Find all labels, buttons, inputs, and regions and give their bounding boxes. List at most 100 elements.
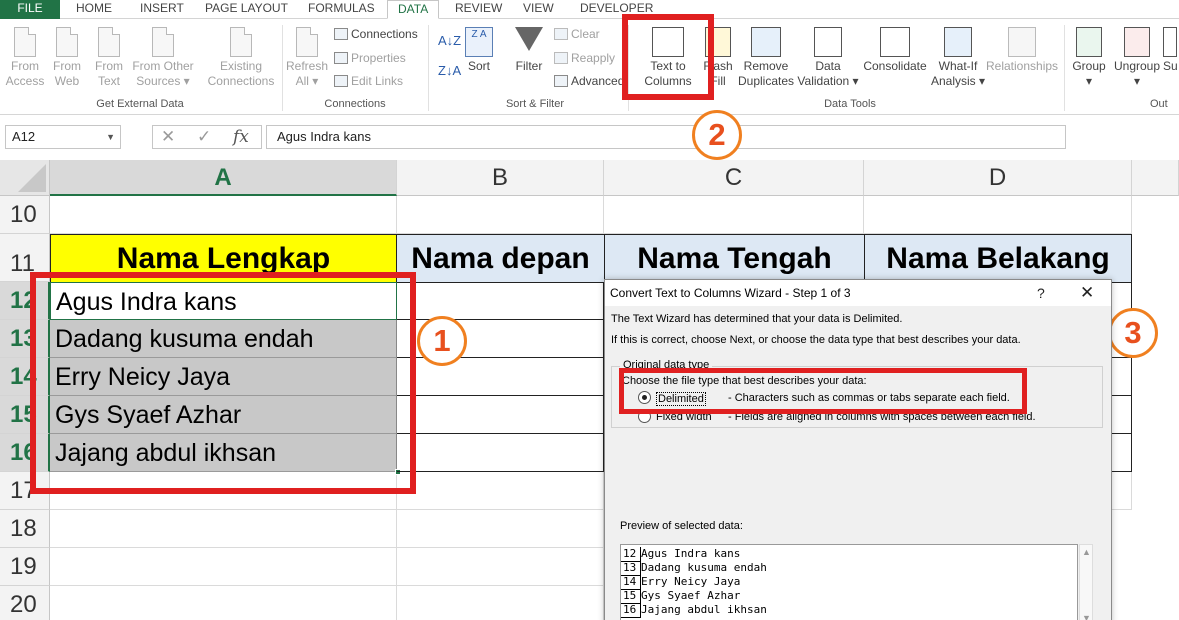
cell[interactable] [50, 196, 397, 234]
group-label-sort-filter: Sort & Filter [505, 98, 565, 110]
row-header[interactable]: 19 [0, 548, 50, 586]
enter-check-icon[interactable]: ✓ [197, 126, 211, 148]
column-header-b[interactable]: B [397, 160, 604, 196]
preview-label: Preview of selected data: [620, 520, 743, 532]
existing-connections-icon [230, 27, 252, 57]
cell[interactable] [397, 282, 604, 320]
reapply-button[interactable]: Reapply [554, 51, 615, 66]
data-preview-pane[interactable]: 12 Agus Indra kans 13 Dadang kusuma endah … [620, 544, 1078, 620]
remove-duplicates-icon [751, 27, 781, 57]
cell[interactable] [397, 196, 604, 234]
cell[interactable] [397, 472, 604, 510]
cell[interactable] [397, 586, 604, 620]
cancel-icon[interactable]: ✕ [161, 126, 175, 148]
formula-input[interactable]: Agus Indra kans [266, 125, 1066, 149]
cell[interactable] [50, 586, 397, 620]
from-access-button[interactable]: From Access [4, 27, 46, 89]
close-icon[interactable]: ✕ [1080, 280, 1094, 306]
group-separator [428, 25, 429, 111]
column-header-e[interactable] [1132, 160, 1179, 196]
from-web-button[interactable]: From Web [48, 27, 86, 89]
cell[interactable] [864, 196, 1132, 234]
remove-duplicates-button[interactable]: Remove Duplicates [735, 27, 797, 89]
group-separator [282, 25, 283, 111]
preview-row: 12 Agus Indra kans [621, 547, 741, 562]
properties-button[interactable]: Properties [334, 51, 406, 66]
advanced-filter-icon [554, 75, 568, 87]
header-cell-nama-tengah[interactable]: Nama Tengah [604, 234, 865, 283]
wizard-message: The Text Wizard has determined that your… [611, 313, 903, 325]
header-cell-nama-belakang[interactable]: Nama Belakang [864, 234, 1132, 283]
name-box[interactable]: A12 ▼ [5, 125, 121, 149]
help-icon[interactable]: ? [1037, 280, 1045, 306]
what-if-analysis-button[interactable]: What-If Analysis ▾ [930, 27, 986, 89]
cell[interactable] [397, 358, 604, 396]
excel-window: FILE HOME INSERT PAGE LAYOUT FORMULAS DA… [0, 0, 1179, 620]
from-text-button[interactable]: From Text [90, 27, 128, 89]
subtotal-button[interactable]: Su [1163, 27, 1179, 74]
callout-step-2: 2 [692, 110, 742, 160]
tab-insert[interactable]: INSERT [140, 0, 184, 19]
group-label-data-tools: Data Tools [824, 98, 876, 110]
dialog-title-bar: Convert Text to Columns Wizard - Step 1 … [605, 280, 1111, 306]
cell[interactable] [397, 548, 604, 586]
data-validation-button[interactable]: Data Validation ▾ [796, 27, 860, 89]
filter-button[interactable]: Filter [512, 27, 546, 74]
sort-z-a-button[interactable]: Z↓A [438, 63, 461, 78]
sort-button[interactable]: Z A Sort [462, 27, 496, 74]
refresh-icon [296, 27, 318, 57]
group-icon [1076, 27, 1102, 57]
group-label-get-external-data: Get External Data [96, 98, 184, 110]
group-label-outline: Out [1150, 98, 1168, 110]
relationships-icon [1008, 27, 1036, 57]
edit-links-button[interactable]: Edit Links [334, 74, 403, 89]
group-separator [1064, 25, 1065, 111]
from-other-sources-button[interactable]: From Other Sources ▾ [130, 27, 196, 89]
column-header-d[interactable]: D [864, 160, 1132, 196]
subtotal-icon [1163, 27, 1177, 57]
sort-dialog-icon: Z A [465, 27, 493, 57]
sort-az-icon: A↓Z [438, 33, 462, 48]
row-header[interactable]: 20 [0, 586, 50, 620]
select-all-corner[interactable] [0, 160, 50, 196]
tab-review[interactable]: REVIEW [455, 0, 502, 19]
row-header[interactable]: 18 [0, 510, 50, 548]
cell[interactable] [397, 510, 604, 548]
clear-filter-button[interactable]: Clear [554, 27, 600, 42]
connections-button[interactable]: Connections [334, 27, 418, 42]
ungroup-button[interactable]: Ungroup ▾ [1112, 27, 1162, 89]
advanced-filter-button[interactable]: Advanced [554, 74, 624, 89]
tab-file[interactable]: FILE [0, 0, 60, 19]
cell[interactable] [50, 510, 397, 548]
highlight-box-delimited [619, 368, 1027, 414]
cell[interactable] [50, 548, 397, 586]
relationships-button[interactable]: Relationships [986, 27, 1058, 74]
consolidate-button[interactable]: Consolidate [862, 27, 928, 74]
ribbon-tab-bar: FILE HOME INSERT PAGE LAYOUT FORMULAS DA… [0, 0, 1179, 19]
sort-a-z-button[interactable]: A↓Z [438, 33, 461, 48]
header-cell-nama-depan[interactable]: Nama depan [396, 234, 605, 283]
tab-page-layout[interactable]: PAGE LAYOUT [205, 0, 288, 19]
tab-view[interactable]: VIEW [523, 0, 554, 19]
insert-function-icon[interactable]: fx [233, 126, 249, 148]
column-header-a[interactable]: A [50, 160, 397, 196]
tab-formulas[interactable]: FORMULAS [308, 0, 375, 19]
cell[interactable] [397, 434, 604, 472]
cell[interactable] [397, 396, 604, 434]
scroll-up-icon[interactable]: ▲ [1082, 547, 1091, 557]
callout-step-3: 3 [1108, 308, 1158, 358]
group-button[interactable]: Group ▾ [1068, 27, 1110, 89]
column-header-c[interactable]: C [604, 160, 864, 196]
chevron-down-icon[interactable]: ▼ [106, 126, 115, 148]
row-header[interactable]: 10 [0, 196, 50, 234]
existing-connections-button[interactable]: Existing Connections [205, 27, 277, 89]
preview-scrollbar[interactable]: ▲ ▼ [1079, 544, 1093, 620]
preview-row: 15 Gys Syaef Azhar [621, 589, 741, 604]
scroll-down-icon[interactable]: ▼ [1082, 613, 1091, 620]
tab-data[interactable]: DATA [387, 0, 440, 19]
tab-home[interactable]: HOME [76, 0, 112, 19]
refresh-all-button[interactable]: Refresh All ▾ [286, 27, 328, 89]
preview-row: 16 Jajang abdul ikhsan [621, 603, 767, 618]
cell[interactable] [604, 196, 864, 234]
sort-za-icon: Z↓A [438, 63, 462, 78]
